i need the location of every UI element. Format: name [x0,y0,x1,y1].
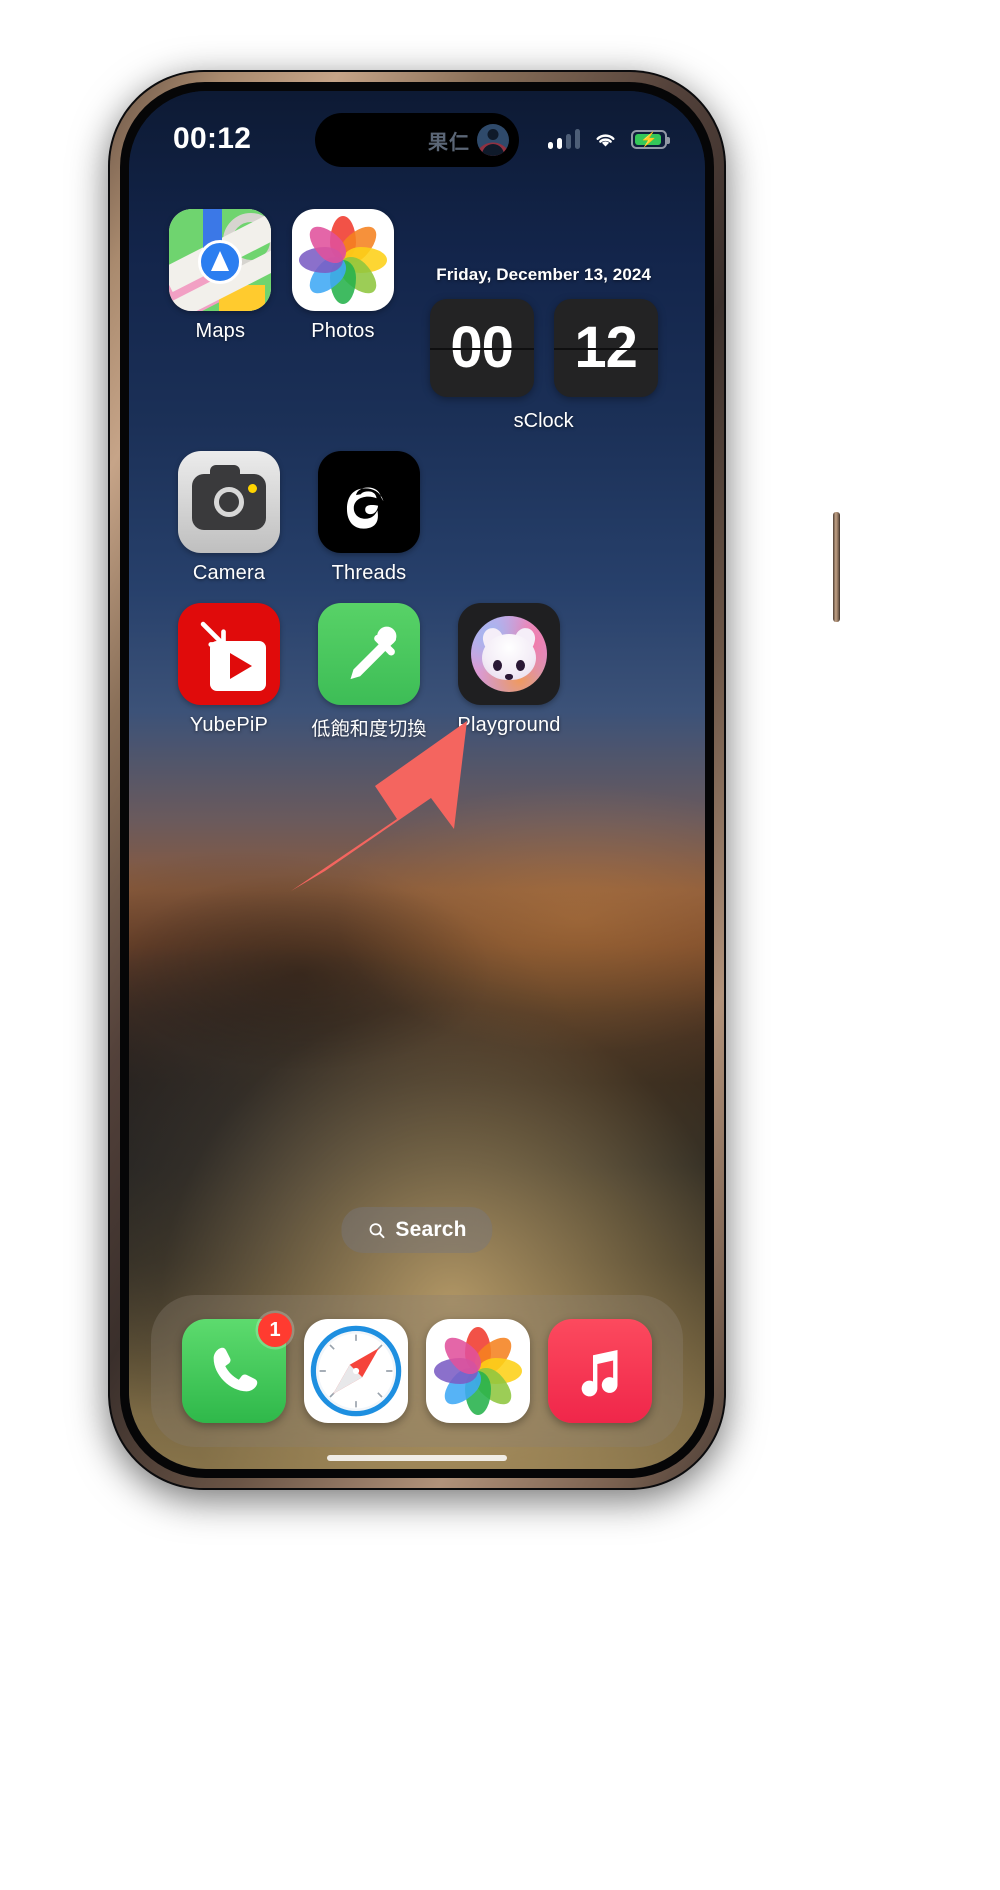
dynamic-island-label: 果仁 [428,131,470,154]
app-saturation-toggle[interactable]: 低飽和度切換 [299,603,439,741]
home-indicator [327,1455,507,1461]
home-screen-grid: Maps Photos Friday, December 13, 2024 00… [129,209,705,1469]
app-camera[interactable]: Camera [159,451,299,585]
playground-orb [471,616,547,692]
dock-item-photos[interactable] [426,1319,530,1423]
maps-icon [169,209,272,311]
music-note-icon [581,1350,618,1397]
dock-item-safari[interactable] [304,1319,408,1423]
flip-minutes-value: 12 [574,315,638,380]
flip-minutes: 12 [553,299,658,397]
playground-icon [458,603,560,705]
phone-screen: 00:12 ⚡ 果仁 Maps Photos Friday, December … [129,91,705,1469]
app-photos[interactable]: Photos [282,209,405,343]
threads-icon [318,451,420,553]
cellular-signal-icon [547,129,580,149]
flip-clock: 00 12 [429,299,658,397]
photos-icon [434,1327,522,1415]
phone-frame: 00:12 ⚡ 果仁 Maps Photos Friday, December … [110,72,840,1488]
widget-sclock[interactable]: Friday, December 13, 2024 00 12 sClock [412,209,675,433]
photos-flower [298,216,387,304]
app-maps[interactable]: Maps [159,209,282,343]
photos-icon [291,209,394,311]
side-power-button[interactable] [833,512,840,622]
pip-play-badge [210,641,266,691]
search-icon [369,1222,385,1238]
home-row-1: Maps Photos Friday, December 13, 2024 00… [159,209,675,433]
search-label: Search [395,1218,467,1241]
app-label: YubePiP [189,714,269,736]
dock-item-music[interactable] [548,1319,652,1423]
app-label: Playground [457,714,561,736]
widget-date: Friday, December 13, 2024 [436,265,652,284]
dynamic-island[interactable]: 果仁 [315,113,519,167]
home-row-2: Camera Threads [159,451,675,585]
widget-label: sClock [513,410,574,432]
app-yubepip[interactable]: YubePiP [159,603,299,737]
app-label: 低飽和度切換 [311,719,427,740]
app-label: Maps [195,320,246,342]
badge-count: 1 [258,1313,292,1347]
flip-hours: 00 [429,299,534,397]
app-label: Threads [331,562,407,584]
safari-icon [304,1319,408,1423]
phone-bezel: 00:12 ⚡ 果仁 Maps Photos Friday, December … [120,82,714,1478]
screenshot-root: 00:12 ⚡ 果仁 Maps Photos Friday, December … [0,0,1000,1890]
search-pill[interactable]: Search [341,1207,493,1253]
wifi-icon [593,130,618,149]
dock-item-phone[interactable]: 1 [182,1313,292,1423]
home-row-3: YubePiP 低飽和度切換 Playground [159,603,675,741]
app-label: Photos [311,320,375,342]
app-playground[interactable]: Playground [439,603,579,737]
charging-bolt-icon: ⚡ [640,131,658,147]
app-threads[interactable]: Threads [299,451,439,585]
dock: 1 [151,1295,683,1447]
flip-hours-value: 00 [450,315,514,380]
person-circle-icon [477,124,509,156]
eyedropper-icon [318,603,420,705]
status-bar-indicators: ⚡ [547,129,670,149]
camera-icon [178,451,280,553]
battery-charging-icon: ⚡ [631,129,670,149]
yubepip-icon [178,603,280,705]
app-label: Camera [192,562,266,584]
phone-icon [213,1347,258,1392]
status-bar-time: 00:12 [173,122,252,155]
